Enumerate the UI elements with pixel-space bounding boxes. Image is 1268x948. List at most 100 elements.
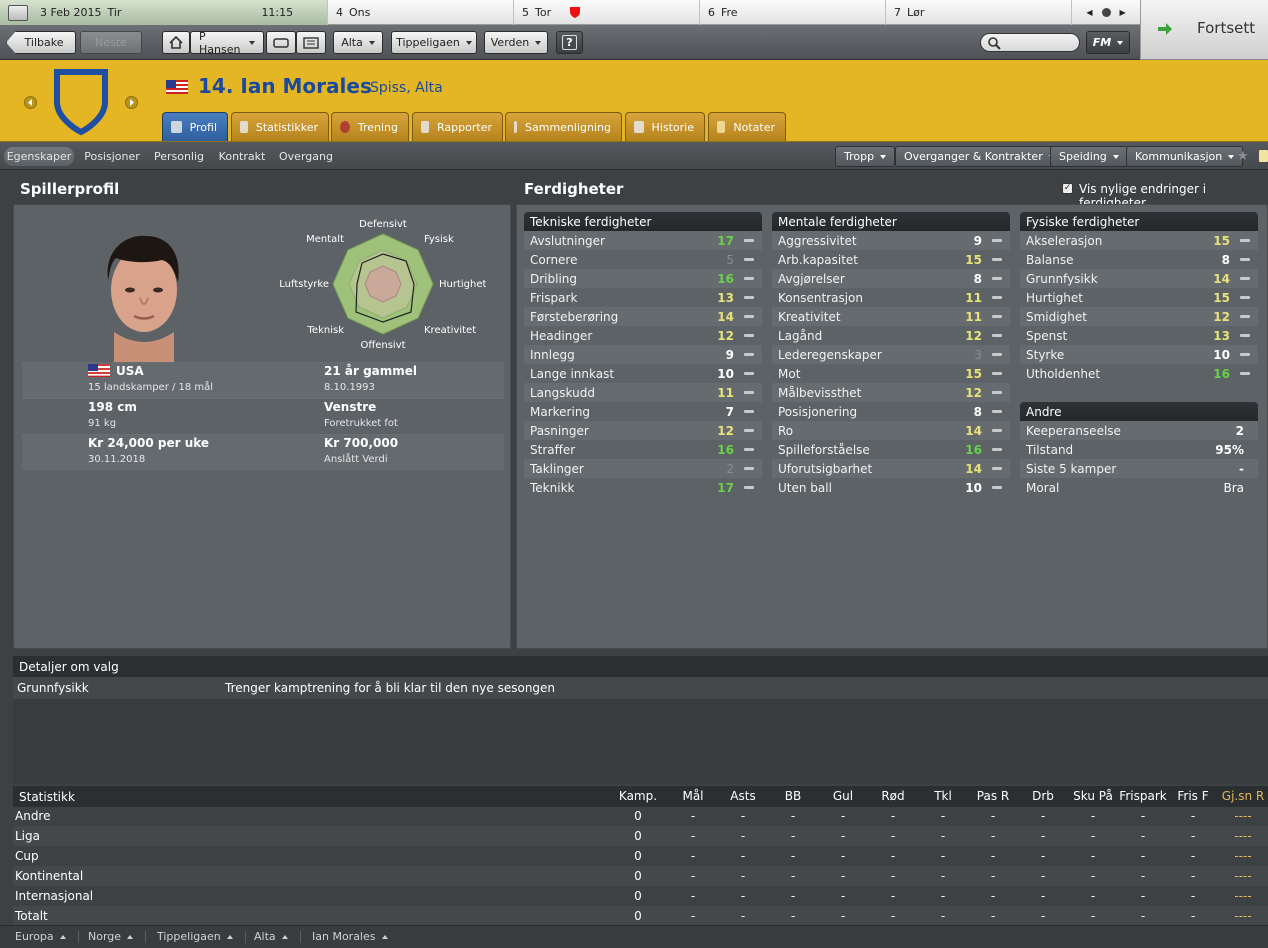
trend-flat-icon — [1240, 372, 1250, 375]
stats-row[interactable]: Liga 0- - - - - - - - - - - ---- — [13, 826, 1268, 846]
skill-row[interactable]: Tilstand 95% — [1020, 440, 1258, 459]
tab-profil[interactable]: Profil — [162, 112, 228, 141]
skill-row[interactable]: Aggressivitet 9 — [772, 231, 1010, 250]
skill-row[interactable]: Lagånd 12 — [772, 326, 1010, 345]
stats-column-header[interactable]: Kamp. — [608, 789, 668, 803]
stats-row[interactable]: Cup 0- - - - - - - - - - - ---- — [13, 846, 1268, 866]
notes-icon[interactable] — [1259, 150, 1268, 162]
skill-row[interactable]: Uforutsigbarhet 14 — [772, 459, 1010, 478]
subtab-egenskaper[interactable]: Egenskaper — [4, 147, 74, 166]
breadcrumb-item[interactable]: Alta — [254, 930, 301, 943]
skill-row[interactable]: Dribling 16 — [524, 269, 762, 288]
skill-row[interactable]: Markering 7 — [524, 402, 762, 421]
recent-changes-checkbox[interactable]: ✓ — [1062, 183, 1073, 194]
details-row[interactable]: Grunnfysikk Trenger kamptrening for å bl… — [13, 677, 1268, 699]
fm-menu[interactable]: FM — [1086, 31, 1130, 54]
tab-rapporter[interactable]: Rapporter — [412, 112, 503, 141]
skill-row[interactable]: Frispark 13 — [524, 288, 762, 307]
skill-row[interactable]: Langskudd 11 — [524, 383, 762, 402]
skill-row[interactable]: Smidighet 12 — [1020, 307, 1258, 326]
skill-row[interactable]: Kreativitet 11 — [772, 307, 1010, 326]
calendar-day[interactable]: 6 Fre — [700, 0, 886, 25]
help-button[interactable]: ? — [556, 31, 583, 54]
star-icon[interactable]: ★ — [1237, 149, 1249, 164]
skill-row[interactable]: Headinger 12 — [524, 326, 762, 345]
tab-notater[interactable]: Notater — [708, 112, 786, 141]
skill-row[interactable]: Cornere 5 — [524, 250, 762, 269]
stats-row[interactable]: Internasjonal 0- - - - - - - - - - - ---- — [13, 886, 1268, 906]
skill-row[interactable]: Arb.kapasitet 15 — [772, 250, 1010, 269]
skill-row[interactable]: Posisjonering 8 — [772, 402, 1010, 421]
skill-row[interactable]: Konsentrasjon 11 — [772, 288, 1010, 307]
skill-row[interactable]: Spilleforståelse 16 — [772, 440, 1010, 459]
news-button[interactable] — [296, 31, 326, 54]
next-player-button[interactable] — [125, 96, 138, 109]
calendar-day[interactable]: 4 Ons — [328, 0, 514, 25]
tab-statistikker[interactable]: Statistikker — [231, 112, 329, 141]
skill-row[interactable]: Målbevissthet 12 — [772, 383, 1010, 402]
calendar-icon[interactable] — [8, 4, 28, 21]
current-week-icon[interactable] — [1101, 8, 1111, 17]
skill-row[interactable]: Balanse 8 — [1020, 250, 1258, 269]
skill-row[interactable]: Førsteberøring 14 — [524, 307, 762, 326]
skill-row[interactable]: Grunnfysikk 14 — [1020, 269, 1258, 288]
manager-menu[interactable]: P Hansen — [190, 30, 264, 56]
stats-column-header[interactable]: Gj.sn R — [1213, 789, 1268, 803]
subtab-personlig[interactable]: Personlig — [150, 147, 208, 166]
nationality[interactable]: USA — [116, 364, 144, 378]
stats-row[interactable]: Andre 0- - - - - - - - - - - ---- — [13, 806, 1268, 826]
calendar-day[interactable]: 7 Lør — [886, 0, 1072, 25]
skill-row[interactable]: Lange innkast 10 — [524, 364, 762, 383]
skill-row[interactable]: Akselerasjon 15 — [1020, 231, 1258, 250]
skill-row[interactable]: Avslutninger 17 — [524, 231, 762, 250]
tropp-menu[interactable]: Tropp — [835, 146, 896, 167]
skill-row[interactable]: Spenst 13 — [1020, 326, 1258, 345]
next-button[interactable]: Neste — [80, 31, 142, 54]
skill-row[interactable]: Avgjørelser 8 — [772, 269, 1010, 288]
breadcrumb-item[interactable]: Europa — [15, 930, 79, 943]
calendar-today[interactable]: 3 Feb 2015 Tir 11:15 — [0, 0, 328, 25]
communication-menu[interactable]: Kommunikasjon — [1126, 146, 1244, 167]
club-menu[interactable]: Alta — [333, 31, 383, 54]
breadcrumb-item[interactable]: Norge — [88, 930, 147, 943]
prev-week-icon[interactable]: ◀ — [1086, 8, 1092, 17]
stats-row[interactable]: Kontinental 0- - - - - - - - - - - ---- — [13, 866, 1268, 886]
skill-row[interactable]: Siste 5 kamper - — [1020, 459, 1258, 478]
skill-row[interactable]: Utholdenhet 16 — [1020, 364, 1258, 383]
skill-row[interactable]: Straffer 16 — [524, 440, 762, 459]
tab-historie[interactable]: Historie — [625, 112, 705, 141]
breadcrumb-item[interactable]: Ian Morales — [312, 930, 388, 943]
subtab-kontrakt[interactable]: Kontrakt — [214, 147, 270, 166]
skill-row[interactable]: Pasninger 12 — [524, 421, 762, 440]
inbox-button[interactable] — [266, 31, 296, 54]
skill-row[interactable]: Lederegenskaper 3 — [772, 345, 1010, 364]
skill-row[interactable]: Hurtighet 15 — [1020, 288, 1258, 307]
next-week-icon[interactable]: ▶ — [1120, 8, 1126, 17]
continue-button[interactable]: Fortsett — [1140, 0, 1268, 60]
menu-label: Kommunikasjon — [1135, 150, 1223, 163]
home-button[interactable] — [162, 31, 190, 54]
calendar-day[interactable]: 5 Tor — [514, 0, 700, 25]
prev-player-button[interactable] — [24, 96, 37, 109]
stats-row[interactable]: Totalt 0- - - - - - - - - - - ---- — [13, 906, 1268, 926]
tab-trening[interactable]: Trening — [331, 112, 409, 141]
world-menu[interactable]: Verden — [484, 31, 548, 54]
transfers-menu[interactable]: Overganger & Kontrakter — [895, 146, 1064, 167]
search-input[interactable] — [980, 33, 1080, 52]
scouting-menu[interactable]: Speiding — [1050, 146, 1128, 167]
subtab-posisjoner[interactable]: Posisjoner — [80, 147, 144, 166]
skill-row[interactable]: Mot 15 — [772, 364, 1010, 383]
skill-row[interactable]: Keeperanseelse 2 — [1020, 421, 1258, 440]
league-menu[interactable]: Tippeligaen — [391, 31, 477, 54]
back-button[interactable]: Tilbake — [6, 31, 76, 54]
breadcrumb-item[interactable]: Tippeligaen — [157, 930, 246, 943]
skill-row[interactable]: Teknikk 17 — [524, 478, 762, 497]
tab-sammenligning[interactable]: Sammenligning — [505, 112, 622, 141]
skill-row[interactable]: Innlegg 9 — [524, 345, 762, 364]
skill-row[interactable]: Uten ball 10 — [772, 478, 1010, 497]
skill-row[interactable]: Moral Bra — [1020, 478, 1258, 497]
skill-row[interactable]: Styrke 10 — [1020, 345, 1258, 364]
skill-row[interactable]: Ro 14 — [772, 421, 1010, 440]
skill-row[interactable]: Taklinger 2 — [524, 459, 762, 478]
subtab-overgang[interactable]: Overgang — [276, 147, 336, 166]
